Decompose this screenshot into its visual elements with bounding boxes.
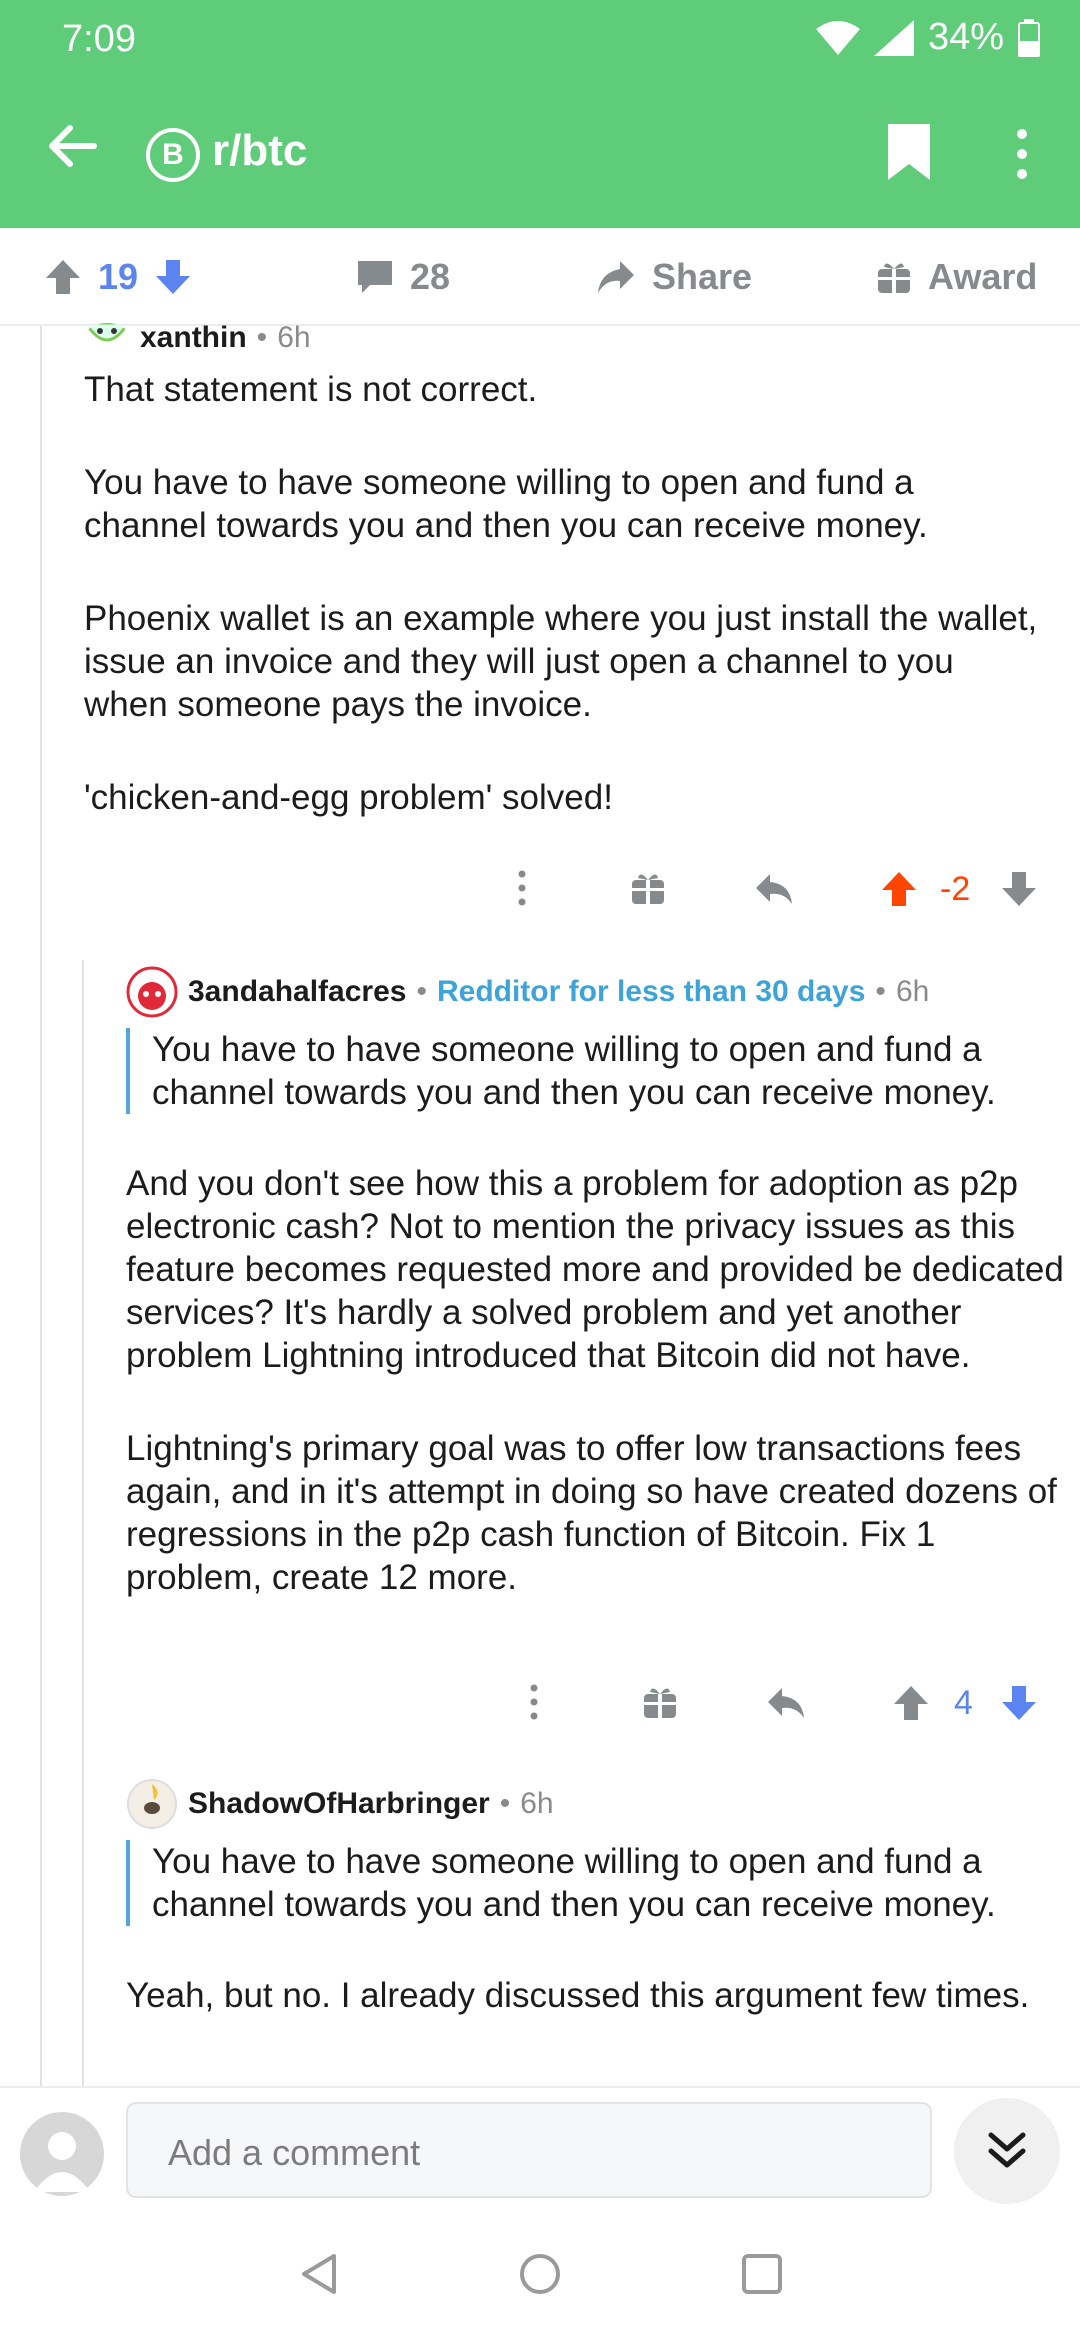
nav-recents-icon[interactable] [740, 2252, 784, 2296]
downvote-arrow-icon[interactable] [154, 258, 192, 296]
post-action-bar: 19 28 Share Award [0, 228, 1080, 326]
meta-separator: • [875, 975, 886, 1008]
subreddit-name[interactable]: r/btc [212, 126, 307, 176]
post-score: 19 [98, 256, 139, 297]
default-avatar-icon [34, 2132, 90, 2192]
upvote-arrow-icon[interactable] [44, 258, 82, 296]
add-comment-input[interactable]: Add a comment [126, 2102, 932, 2198]
comment-paragraph: Phoenix wallet is an example where you j… [84, 599, 1038, 724]
comment-score: 4 [954, 1684, 973, 1722]
comment-paragraph: Yeah, but no. I already discussed this a… [126, 1976, 1030, 2015]
comment-more-icon[interactable] [512, 868, 532, 908]
wifi-icon [815, 20, 860, 55]
user-avatar[interactable] [84, 323, 130, 353]
battery-percent: 34% [927, 16, 1004, 58]
user-avatar[interactable] [126, 966, 178, 1018]
signal-icon [873, 19, 914, 56]
award-label: Award [928, 256, 1038, 297]
nav-home-icon[interactable] [518, 2252, 562, 2296]
nav-back-icon[interactable] [298, 2252, 342, 2296]
comment-paragraph: You have to have someone willing to open… [84, 463, 928, 545]
comment-paragraph: 'chicken-and-egg problem' solved! [84, 778, 613, 817]
downvote-arrow-icon[interactable] [1000, 870, 1038, 908]
comment-body: And you don't see how this a problem for… [126, 1162, 1066, 1599]
comment-paragraph: Lightning's primary goal was to offer lo… [126, 1429, 1057, 1597]
user-flair: Redditor for less than 30 days [436, 975, 866, 1008]
comment-body: That statement is not correct. You have … [84, 368, 1044, 819]
upvote-arrow-icon[interactable] [880, 870, 918, 908]
comment-quote: You have to have someone willing to open… [126, 1028, 1066, 1114]
post-vote-group: 19 [44, 256, 192, 298]
system-nav-bar [0, 2216, 1080, 2340]
comment-author[interactable]: 3andahalfacres [188, 975, 406, 1009]
app-header: 7:09 34% B r/btc [0, 0, 1080, 228]
comment-meta: ShadowOfHarbringer • 6h [126, 1778, 1056, 1830]
my-avatar[interactable] [20, 2112, 104, 2196]
comment-paragraph: That statement is not correct. [84, 370, 538, 409]
comment-age: 6h [895, 975, 930, 1008]
subreddit-icon[interactable]: B [146, 128, 200, 182]
comment-age: 6h [277, 321, 311, 354]
comment-author[interactable]: xanthin [140, 321, 247, 355]
comment-more-icon[interactable] [524, 1682, 544, 1722]
thread-line [40, 326, 42, 2086]
comment-count: 28 [410, 256, 451, 297]
meta-separator: • [499, 1787, 511, 1820]
status-icons: 34% [815, 16, 1040, 59]
bookmark-icon[interactable] [884, 122, 934, 182]
downvote-arrow-icon[interactable] [1000, 1684, 1038, 1722]
comment-3andahalfacres: 3andahalfacres • Redditor for less than … [126, 966, 1066, 1649]
comment-shadowofharbringer: ShadowOfHarbringer • 6h You have to have… [126, 1778, 1056, 2067]
give-award-icon[interactable] [630, 870, 666, 906]
bitcoin-icon: B [162, 138, 184, 171]
reply-icon[interactable] [754, 872, 794, 906]
comment-paragraph: And you don't see how this a problem for… [126, 1164, 1064, 1375]
comment-meta: xanthin • 6h [84, 321, 1044, 355]
status-time: 7:09 [62, 18, 136, 60]
comment-age: 6h [520, 1787, 554, 1820]
share-label: Share [652, 256, 753, 297]
award-button[interactable]: Award [876, 256, 1037, 298]
reply-icon[interactable] [766, 1686, 806, 1720]
battery-icon [1018, 18, 1040, 57]
meta-separator: • [256, 321, 268, 354]
comment-score: -2 [940, 870, 971, 908]
jump-to-next-button[interactable] [954, 2098, 1060, 2204]
comment-author[interactable]: ShadowOfHarbringer [188, 1787, 490, 1821]
gift-icon [878, 263, 910, 293]
share-arrow-icon [598, 261, 634, 293]
comment-quote: You have to have someone willing to open… [126, 1840, 1056, 1926]
user-avatar[interactable] [126, 1778, 178, 1830]
comment-xanthin: xanthin • 6h That statement is not corre… [84, 321, 1044, 869]
back-arrow-icon[interactable] [44, 118, 100, 174]
comment-body: Yeah, but no. I already discussed this a… [126, 1974, 1056, 2017]
thread-line [82, 960, 84, 2086]
give-award-icon[interactable] [642, 1684, 678, 1720]
comment-meta: 3andahalfacres • Redditor for less than … [126, 966, 1066, 1018]
more-options-icon[interactable] [1002, 124, 1042, 184]
share-button[interactable]: Share [596, 256, 752, 298]
meta-separator: • [416, 975, 427, 1008]
comments-button[interactable]: 28 [356, 256, 450, 298]
comment-composer-bar: Add a comment [0, 2086, 1080, 2216]
comment-bubble-icon [358, 261, 392, 293]
upvote-arrow-icon[interactable] [892, 1684, 930, 1722]
double-chevron-down-icon [988, 2132, 1026, 2168]
